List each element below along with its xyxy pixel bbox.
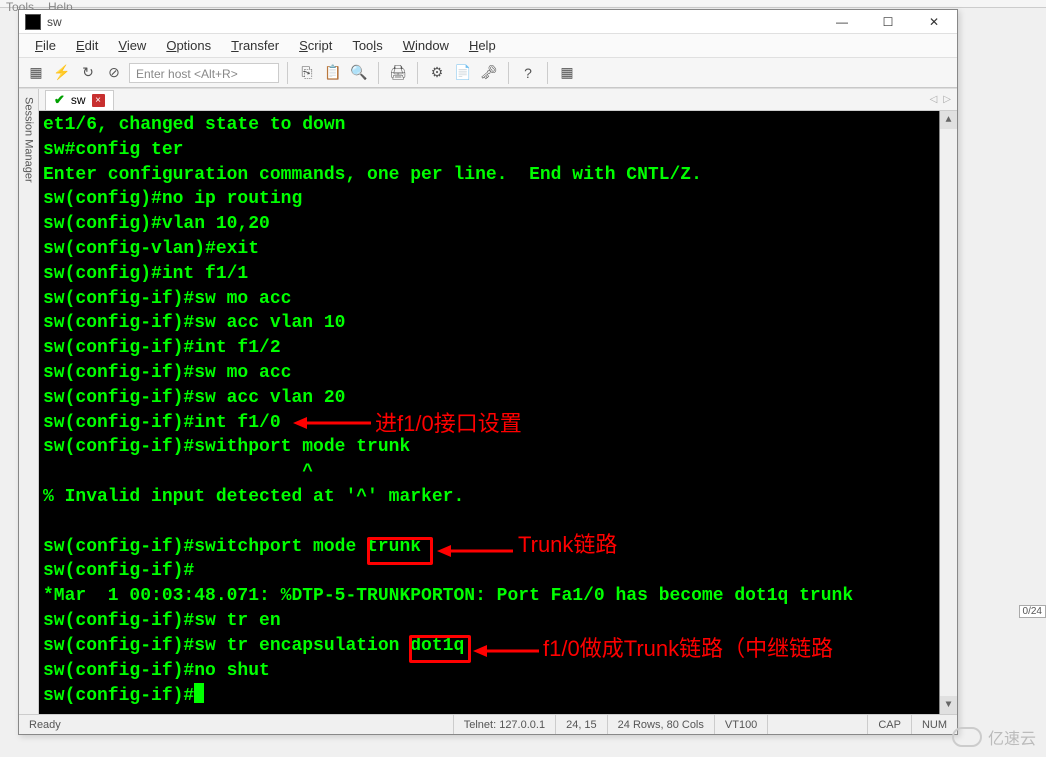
find-icon[interactable]: 🔍 <box>348 62 370 84</box>
reconnect-icon[interactable]: ↻ <box>77 62 99 84</box>
menu-file[interactable]: File <box>25 38 66 53</box>
color-icon[interactable]: 🗝 <box>478 62 500 84</box>
session-tab-sw[interactable]: ✔ sw × <box>45 90 114 110</box>
separator <box>378 62 379 84</box>
status-ready: Ready <box>19 715 454 734</box>
separator <box>287 62 288 84</box>
scroll-up-icon[interactable]: ▲ <box>940 111 958 129</box>
status-cursor: 24, 15 <box>556 715 608 734</box>
app-window: sw — ☐ ✕ File Edit View Options Transfer… <box>18 9 958 735</box>
tab-label: sw <box>71 93 86 107</box>
settings-icon[interactable]: ⚙ <box>426 62 448 84</box>
maximize-button[interactable]: ☐ <box>865 10 911 34</box>
statusbar: Ready Telnet: 127.0.0.1 24, 15 24 Rows, … <box>19 714 957 734</box>
status-emul: VT100 <box>715 715 768 734</box>
separator <box>508 62 509 84</box>
session-manager-tab[interactable]: Session Manager <box>19 89 39 714</box>
app-icon <box>25 14 41 30</box>
menubar: File Edit View Options Transfer Script T… <box>19 34 957 58</box>
watermark-text: 亿速云 <box>988 725 1036 749</box>
minimize-button[interactable]: — <box>819 10 865 34</box>
paste-icon[interactable]: 📋 <box>322 62 344 84</box>
tab-strip: ✔ sw × ◁ ▷ <box>39 89 957 111</box>
titlebar: sw — ☐ ✕ <box>19 10 957 34</box>
menu-view[interactable]: View <box>108 38 156 53</box>
separator <box>547 62 548 84</box>
toolbar: ▦ ⚡ ↻ ⊘ Enter host <Alt+R> ⎘ 📋 🔍 🖨 ⚙ 📄 🗝… <box>19 58 957 88</box>
status-dims: 24 Rows, 80 Cols <box>608 715 715 734</box>
host-input[interactable]: Enter host <Alt+R> <box>129 63 279 83</box>
separator <box>417 62 418 84</box>
menu-tools[interactable]: Tools <box>342 38 392 53</box>
menu-help[interactable]: Help <box>459 38 506 53</box>
session-manager-icon[interactable]: ▦ <box>25 62 47 84</box>
watermark: 亿速云 <box>952 725 1036 749</box>
menu-window[interactable]: Window <box>393 38 459 53</box>
tab-close-icon[interactable]: × <box>92 94 105 107</box>
terminal[interactable]: et1/6, changed state to down sw#config t… <box>39 111 957 714</box>
scrollbar[interactable]: ▲ ▼ <box>939 111 957 714</box>
status-spacer <box>768 715 868 734</box>
print-icon[interactable]: 🖨 <box>387 62 409 84</box>
tab-prev-icon[interactable]: ◁ <box>930 94 938 105</box>
quick-connect-icon[interactable]: ⚡ <box>51 62 73 84</box>
status-telnet: Telnet: 127.0.0.1 <box>454 715 556 734</box>
status-num: NUM <box>912 715 957 734</box>
watermark-logo-icon <box>952 727 982 747</box>
menu-options[interactable]: Options <box>156 38 221 53</box>
copy-icon[interactable]: ⎘ <box>296 62 318 84</box>
menu-edit[interactable]: Edit <box>66 38 108 53</box>
check-icon: ✔ <box>54 92 65 108</box>
scroll-down-icon[interactable]: ▼ <box>940 696 958 714</box>
close-button[interactable]: ✕ <box>911 10 957 34</box>
disconnect-icon[interactable]: ⊘ <box>103 62 125 84</box>
background-fragment: 0/24 <box>1019 605 1046 618</box>
help-icon[interactable]: ? <box>517 62 539 84</box>
tab-next-icon[interactable]: ▷ <box>943 94 951 105</box>
window-title: sw <box>47 15 819 29</box>
menu-script[interactable]: Script <box>289 38 342 53</box>
view-icon[interactable]: 📄 <box>452 62 474 84</box>
menu-transfer[interactable]: Transfer <box>221 38 289 53</box>
status-cap: CAP <box>868 715 912 734</box>
info-icon[interactable]: ▦ <box>556 62 578 84</box>
